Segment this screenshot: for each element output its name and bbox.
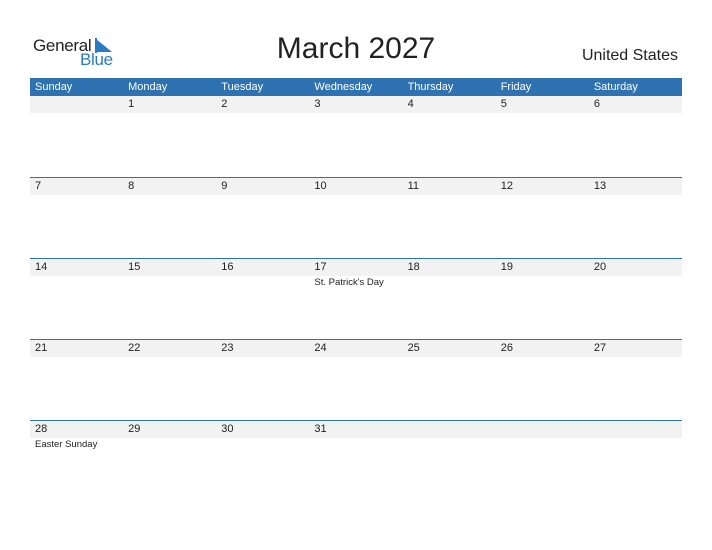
day-event: St. Patrick's Day (314, 277, 384, 288)
day-event (216, 357, 309, 358)
day-event (123, 195, 216, 196)
events-row: Easter Sunday (30, 438, 682, 450)
day-number: 5 (500, 98, 507, 110)
day-number (30, 96, 123, 113)
day-event (30, 357, 123, 358)
day-number: 8 (128, 180, 135, 192)
day-event (403, 195, 496, 196)
day-number: 27 (593, 342, 607, 354)
day-event (309, 438, 402, 450)
weekday-friday: Friday (500, 81, 532, 93)
day-number: 6 (593, 98, 600, 110)
week-row: 28 29 30 31 Easter Sunday (30, 420, 682, 501)
day-event (30, 113, 123, 114)
day-event (30, 195, 123, 196)
week-row: 21 22 23 24 25 26 27 (30, 339, 682, 420)
day-event (589, 276, 682, 288)
day-number: 21 (35, 342, 48, 354)
weekday-monday: Monday (128, 81, 168, 93)
day-event (309, 113, 402, 114)
day-number: 18 (407, 261, 420, 273)
week-row: 14 15 16 17 18 19 20 St. Patrick's Day (30, 258, 682, 339)
day-number: 28 (35, 423, 48, 435)
day-event (403, 276, 496, 288)
events-row: St. Patrick's Day (30, 276, 682, 288)
events-row (30, 357, 682, 358)
day-event: Easter Sunday (35, 439, 98, 450)
day-number: 1 (128, 98, 135, 110)
day-number: 22 (128, 342, 141, 354)
day-event (123, 113, 216, 114)
calendar-grid: Sunday Monday Tuesday Wednesday Thursday… (30, 78, 682, 501)
day-event (496, 438, 589, 450)
day-number: 19 (500, 261, 513, 273)
day-event (216, 438, 309, 450)
weekday-wednesday: Wednesday (314, 81, 373, 93)
day-number: 13 (593, 180, 607, 192)
day-event (403, 113, 496, 114)
day-number: 23 (221, 342, 234, 354)
day-number: 9 (221, 180, 228, 192)
day-number: 11 (407, 180, 419, 192)
day-number (589, 421, 682, 438)
day-number: 4 (407, 98, 414, 110)
week-row: 1 2 3 4 5 6 (30, 96, 682, 177)
day-event (216, 113, 309, 114)
day-event (30, 276, 123, 288)
day-number: 25 (407, 342, 420, 354)
day-number-bar: 28 29 30 31 (30, 421, 682, 438)
day-number: 12 (500, 180, 513, 192)
day-event (403, 438, 496, 450)
weekday-header: Sunday Monday Tuesday Wednesday Thursday… (30, 78, 682, 96)
events-row (30, 195, 682, 196)
day-number: 14 (35, 261, 48, 273)
day-number-bar: 21 22 23 24 25 26 27 (30, 340, 682, 357)
day-number (403, 421, 496, 438)
day-event (589, 195, 682, 196)
day-number: 24 (314, 342, 327, 354)
day-event (123, 276, 216, 288)
day-event (403, 357, 496, 358)
day-number-bar: 14 15 16 17 18 19 20 (30, 259, 682, 276)
day-number: 7 (35, 180, 42, 192)
day-number: 20 (593, 261, 607, 273)
country-label: United States (581, 47, 678, 64)
day-event (496, 357, 589, 358)
day-number: 2 (221, 98, 228, 110)
day-event (216, 276, 309, 288)
day-number: 31 (314, 423, 327, 435)
day-number: 3 (314, 98, 321, 110)
day-event (589, 438, 682, 450)
day-event (216, 195, 309, 196)
day-event (123, 438, 216, 450)
day-event (123, 357, 216, 358)
day-number: 26 (500, 342, 513, 354)
events-row (30, 113, 682, 114)
day-number (496, 421, 589, 438)
weekday-tuesday: Tuesday (221, 81, 264, 93)
day-number: 29 (128, 423, 141, 435)
day-number-bar: 7 8 9 10 11 12 13 (30, 178, 682, 195)
day-event (589, 357, 682, 358)
day-number-bar: 1 2 3 4 5 6 (30, 96, 682, 113)
day-number: 30 (221, 423, 234, 435)
week-row: 7 8 9 10 11 12 13 (30, 177, 682, 258)
day-number: 15 (128, 261, 141, 273)
day-event (309, 195, 402, 196)
day-event (496, 113, 589, 114)
day-number: 17 (314, 261, 327, 273)
weekday-sunday: Sunday (35, 81, 73, 93)
day-event (309, 357, 402, 358)
weekday-saturday: Saturday (593, 81, 638, 93)
day-event (589, 113, 682, 114)
day-number: 10 (314, 180, 327, 192)
day-number: 16 (221, 261, 234, 273)
weekday-thursday: Thursday (407, 81, 454, 93)
day-event (496, 276, 589, 288)
day-event (496, 195, 589, 196)
